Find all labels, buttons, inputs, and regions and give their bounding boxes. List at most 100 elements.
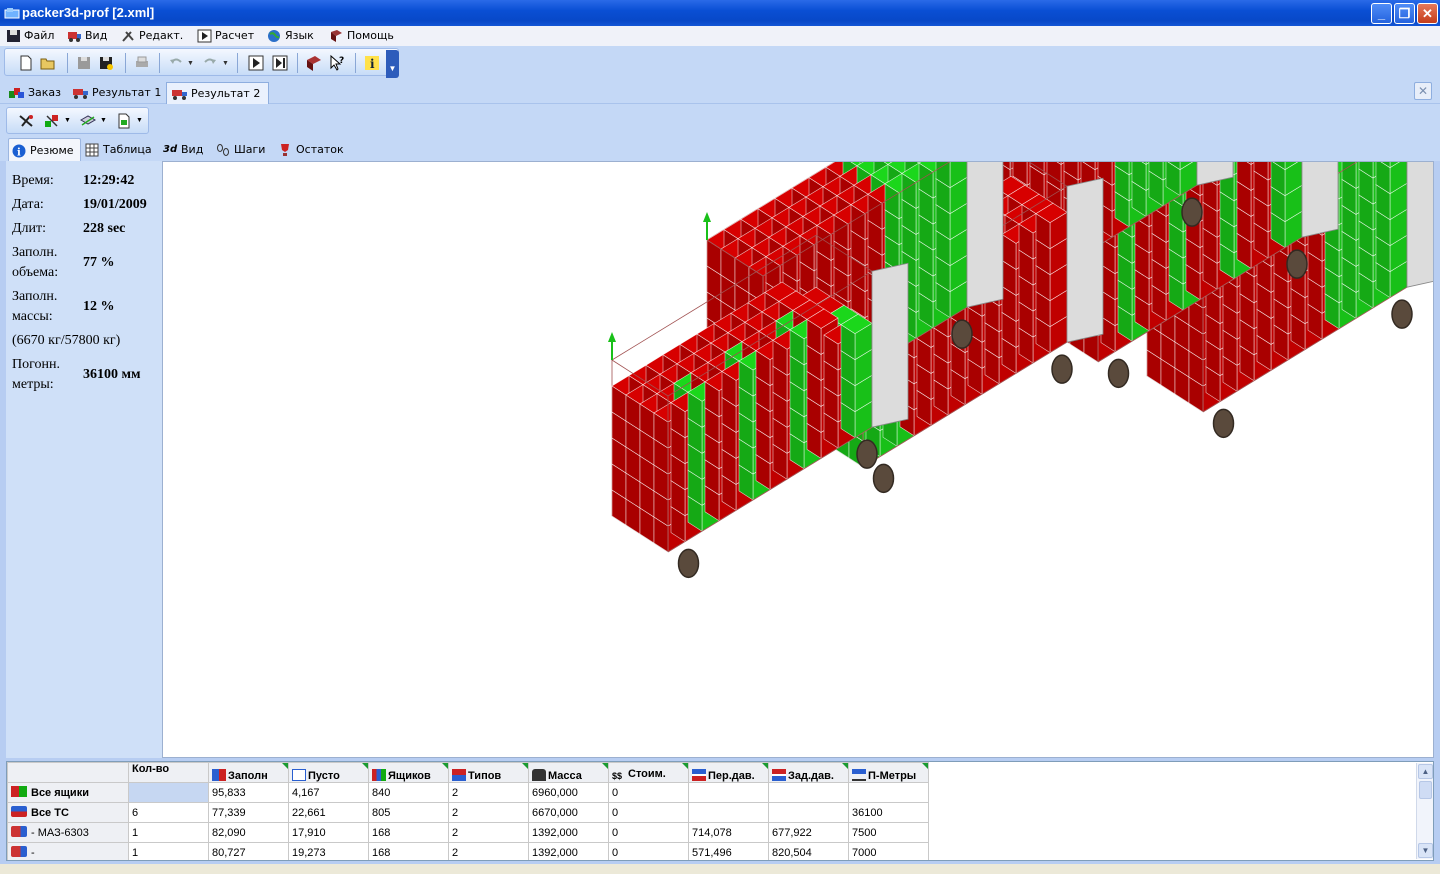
table-cell[interactable]: 17,910 — [288, 822, 369, 843]
tab-steps[interactable]: Шаги — [213, 138, 271, 161]
table-cell[interactable]: 1392,000 — [528, 842, 609, 860]
export-doc-icon[interactable] — [115, 112, 133, 130]
tab-table[interactable]: Таблица — [82, 138, 158, 161]
table-cell[interactable]: 7500 — [848, 822, 929, 843]
table-cell[interactable]: 840 — [368, 782, 449, 803]
new-file-icon[interactable] — [17, 54, 35, 72]
row-header[interactable]: - — [7, 842, 129, 860]
table-cell[interactable]: 0 — [608, 822, 689, 843]
table-cell[interactable]: 22,661 — [288, 802, 369, 823]
run-calc-icon[interactable] — [247, 54, 265, 72]
menu-language[interactable]: Язык — [267, 28, 314, 44]
table-cell[interactable]: 168 — [368, 842, 449, 860]
tab-result-1[interactable]: Результат 1 — [68, 82, 169, 104]
table-cell[interactable]: 6670,000 — [528, 802, 609, 823]
table-cell[interactable]: 1392,000 — [528, 822, 609, 843]
tab-remainder[interactable]: Остаток — [275, 138, 350, 161]
menu-file[interactable]: Файл — [6, 28, 54, 44]
tab-summary[interactable]: i Резюме — [8, 138, 81, 161]
print-icon[interactable] — [133, 54, 151, 72]
menu-edit[interactable]: Редакт. — [121, 28, 183, 44]
col-header-empty[interactable]: Пусто — [288, 762, 369, 783]
menu-help[interactable]: Помощь — [329, 28, 394, 44]
tab-3d-view[interactable]: 3d Вид — [160, 138, 209, 161]
wheel — [872, 463, 895, 494]
table-cell[interactable]: 4,167 — [288, 782, 369, 803]
col-header-linear-meters[interactable]: П-Метры — [848, 762, 929, 783]
table-cell[interactable]: 19,273 — [288, 842, 369, 860]
restore-button[interactable]: ❐ — [1394, 3, 1415, 24]
table-row[interactable]: Все ТС 6 77,339 22,661 805 2 6670,000 0 36100 — [7, 802, 936, 823]
table-cell[interactable]: 0 — [608, 842, 689, 860]
table-cell[interactable]: 677,922 — [768, 822, 849, 843]
scroll-up-button[interactable]: ▲ — [1418, 764, 1433, 779]
col-header-front-pressure[interactable]: Пер.дав. — [688, 762, 769, 783]
grid-scrollbar[interactable]: ▲ ▼ — [1416, 763, 1433, 859]
color-boxes-icon[interactable] — [43, 112, 61, 130]
table-cell[interactable] — [768, 782, 849, 803]
scroll-down-button[interactable]: ▼ — [1418, 843, 1433, 858]
table-cell[interactable]: 805 — [368, 802, 449, 823]
menu-view[interactable]: Вид — [67, 28, 107, 44]
table-cell[interactable]: 6960,000 — [528, 782, 609, 803]
table-cell[interactable] — [688, 802, 769, 823]
3d-viewport[interactable] — [162, 161, 1434, 758]
table-cell[interactable]: 2 — [448, 782, 529, 803]
table-cell[interactable]: 0 — [608, 802, 689, 823]
row-header[interactable]: Все ящики — [7, 782, 129, 803]
table-row[interactable]: Все ящики 95,833 4,167 840 2 6960,000 0 — [7, 782, 936, 803]
close-document-button[interactable]: ✕ — [1414, 82, 1432, 100]
row-header[interactable]: Все ТС — [7, 802, 129, 823]
col-header-boxes[interactable]: Ящиков — [368, 762, 449, 783]
tab-order[interactable]: Заказ — [4, 82, 69, 104]
table-cell[interactable]: 82,090 — [208, 822, 289, 843]
loading-3d-scene[interactable] — [163, 162, 1434, 758]
close-button[interactable]: ✕ — [1417, 3, 1438, 24]
menu-calc[interactable]: Расчет — [197, 28, 254, 44]
table-cell[interactable]: 168 — [368, 822, 449, 843]
save-disabled-icon[interactable] — [75, 54, 93, 72]
book-icon[interactable] — [305, 54, 323, 72]
tab-result-2[interactable]: Результат 2 — [166, 82, 270, 104]
table-cell[interactable]: 7000 — [848, 842, 929, 860]
minimize-button[interactable]: _ — [1371, 3, 1392, 24]
table-cell[interactable]: 820,504 — [768, 842, 849, 860]
scroll-thumb[interactable] — [1419, 781, 1432, 799]
row-header[interactable]: - МАЗ-6303 — [7, 822, 129, 843]
table-cell[interactable] — [768, 802, 849, 823]
save-as-icon[interactable] — [97, 54, 115, 72]
col-header-rear-pressure[interactable]: Зад.дав. — [768, 762, 849, 783]
table-cell[interactable]: 571,496 — [688, 842, 769, 860]
col-header-cost[interactable]: $$ Стоим. — [608, 762, 689, 783]
redo-icon[interactable] — [201, 54, 219, 72]
table-cell[interactable]: 2 — [448, 842, 529, 860]
table-cell[interactable]: 80,727 — [208, 842, 289, 860]
col-header-types[interactable]: Типов — [448, 762, 529, 783]
table-cell[interactable] — [688, 782, 769, 803]
table-row[interactable]: -1 80,727 19,273 168 2 1392,000 0 571,496 820,50… — [7, 842, 936, 860]
context-help-icon[interactable]: ? — [328, 54, 346, 72]
layers-icon[interactable] — [79, 112, 97, 130]
col-header-fill[interactable]: Заполн — [208, 762, 289, 783]
table-cell[interactable] — [848, 782, 929, 803]
step-calc-icon[interactable] — [271, 54, 289, 72]
table-cell[interactable]: 714,078 — [688, 822, 769, 843]
toolbar-overflow-button[interactable]: ▼ — [386, 50, 399, 78]
table-cell[interactable]: 6 — [128, 802, 209, 823]
undo-icon[interactable] — [167, 54, 185, 72]
col-header-count[interactable]: Кол-во — [128, 762, 209, 783]
info-icon[interactable]: i — [363, 54, 381, 72]
table-cell[interactable]: 1 — [128, 842, 209, 860]
arrange-icon[interactable] — [17, 112, 35, 130]
table-cell[interactable]: 36100 — [848, 802, 929, 823]
table-cell[interactable]: 0 — [608, 782, 689, 803]
table-cell[interactable]: 1 — [128, 822, 209, 843]
table-cell[interactable]: 2 — [448, 802, 529, 823]
table-cell[interactable]: 95,833 — [208, 782, 289, 803]
table-cell[interactable]: 2 — [448, 822, 529, 843]
table-cell[interactable]: 77,339 — [208, 802, 289, 823]
open-folder-icon[interactable] — [39, 54, 57, 72]
table-row[interactable]: - МАЗ-6303 1 82,090 17,910 168 2 1392,000 0 714,… — [7, 822, 936, 843]
table-cell[interactable] — [128, 782, 209, 803]
col-header-mass[interactable]: Масса — [528, 762, 609, 783]
